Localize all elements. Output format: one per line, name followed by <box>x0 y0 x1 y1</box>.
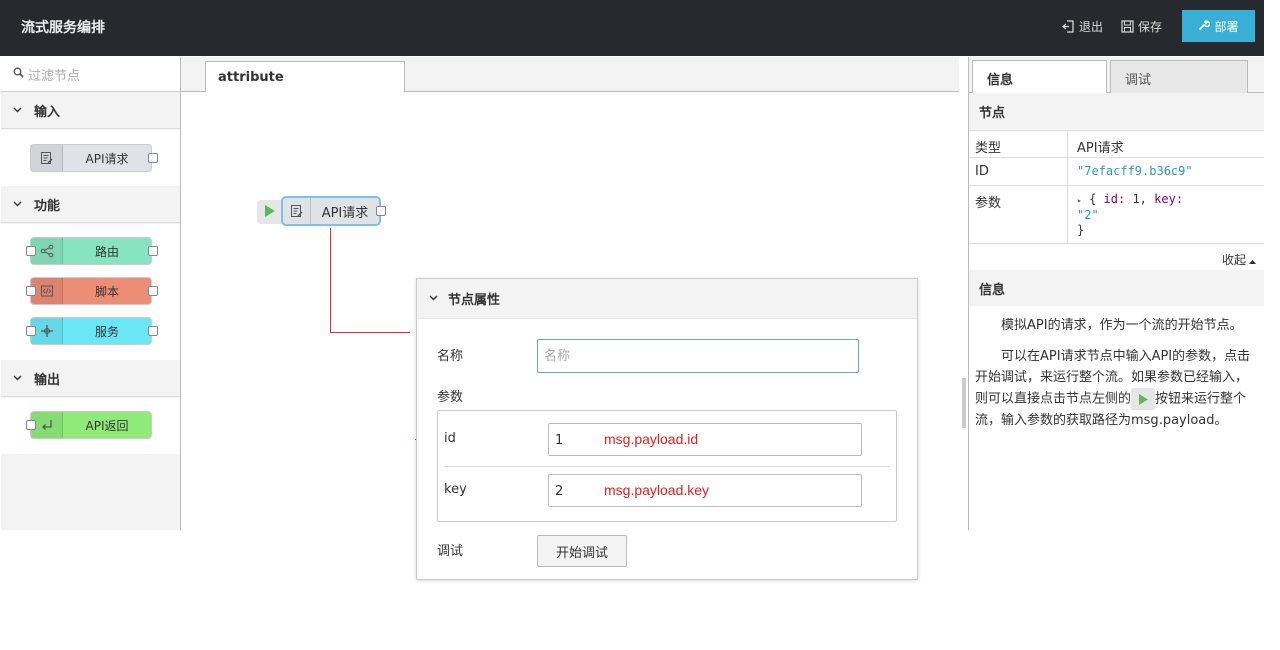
collapse-button[interactable]: 收起 <box>1222 251 1256 268</box>
category-label: 功能 <box>34 199 61 214</box>
category-label: 输入 <box>34 105 61 120</box>
node-properties-panel: 节点属性 名称 参数 id 1 msg.payload.id key 2 msg… <box>416 278 918 580</box>
chevron-down-icon <box>13 103 22 118</box>
chevron-down-icon <box>13 371 22 386</box>
caret-up-icon <box>1249 253 1256 267</box>
workspace-tabs: attribute <box>181 57 959 93</box>
output-port[interactable] <box>148 286 158 296</box>
palette-category-output-body: API返回 <box>1 398 180 454</box>
output-port[interactable] <box>148 246 158 256</box>
type-label: 类型 <box>975 141 1002 156</box>
save-label: 保存 <box>1138 20 1163 34</box>
params-box: id 1 msg.payload.id key 2 msg.payload.ke… <box>437 410 897 522</box>
flow-wire <box>330 228 331 333</box>
input-port[interactable] <box>26 326 36 336</box>
input-port[interactable] <box>26 286 36 296</box>
help-text: 模拟API的请求，作为一个流的开始节点。 可以在API请求节点中输入API的参数… <box>975 315 1259 441</box>
collapse-label: 收起 <box>1221 253 1246 267</box>
params-label: 参数 <box>437 390 464 405</box>
search-icon <box>13 67 24 82</box>
name-label: 名称 <box>437 349 464 364</box>
tab-debug[interactable]: 调试 <box>1110 60 1248 93</box>
palette-filter[interactable]: 过滤节点 <box>1 57 180 92</box>
palette-node-api-request[interactable]: API请求 <box>30 144 152 172</box>
info-sidebar: 信息 调试 节点 类型 API请求 ID "7efacff9.b36c9" 参数… <box>968 57 1264 530</box>
debug-label: 调试 <box>437 544 464 559</box>
app-title: 流式服务编排 <box>21 20 105 36</box>
header-bar: 流式服务编排 退出 保存 部署 <box>0 0 1264 56</box>
output-port[interactable] <box>376 206 386 216</box>
flow-node-label: API请求 <box>321 205 369 221</box>
flow-node-api-request[interactable]: API请求 <box>281 196 381 226</box>
info-row-type: 类型 API请求 <box>969 130 1264 158</box>
output-port[interactable] <box>148 153 158 163</box>
play-icon <box>264 203 276 222</box>
wrench-icon <box>1198 19 1211 34</box>
edit-doc-icon <box>31 145 63 171</box>
tab-info[interactable]: 信息 <box>972 60 1107 94</box>
param-annotation: msg.payload.key <box>604 482 710 498</box>
id-label: ID <box>975 164 989 179</box>
expand-triangle-icon[interactable]: ▸ <box>1077 196 1082 205</box>
params-value[interactable]: ▸ { id: 1, key: "2" } <box>1077 192 1183 238</box>
chevron-down-icon <box>429 291 438 306</box>
palette-node-label: API请求 <box>85 151 129 166</box>
param-annotation: msg.payload.id <box>604 431 699 447</box>
properties-header[interactable]: 节点属性 <box>417 279 917 319</box>
palette-node-label: 服务 <box>94 324 119 339</box>
node-palette: 过滤节点 输入 API请求 功能 路由 脚本 服务 输出 API返回 <box>1 57 181 530</box>
start-debug-button[interactable]: 开始调试 <box>537 535 627 567</box>
params-label: 参数 <box>975 196 1002 211</box>
logout-icon <box>1062 20 1075 33</box>
flow-wire <box>330 332 410 333</box>
help-paragraph: 模拟API的请求，作为一个流的开始节点。 <box>1001 318 1243 333</box>
help-paragraph: 可以在API请求节点中输入API的参数，点击开始调试，来运行整个流。如果参数已经… <box>975 349 1251 428</box>
output-port[interactable] <box>148 326 158 336</box>
param-row: key 2 msg.payload.key <box>444 462 890 514</box>
palette-category-function-body: 路由 脚本 服务 <box>1 224 180 360</box>
logout-label: 退出 <box>1079 20 1104 34</box>
name-input[interactable] <box>537 339 859 373</box>
param-key: key <box>444 482 467 497</box>
splitter-handle[interactable] <box>962 378 966 428</box>
sidebar-tabs: 信息 调试 <box>969 57 1264 94</box>
palette-node-api-response[interactable]: API返回 <box>30 411 152 439</box>
palette-filter-placeholder: 过滤节点 <box>28 68 81 84</box>
param-row: id 1 msg.payload.id <box>444 411 890 463</box>
chevron-down-icon <box>13 197 22 212</box>
edit-doc-icon <box>283 198 311 224</box>
deploy-button[interactable]: 部署 <box>1182 10 1255 42</box>
palette-node-route[interactable]: 路由 <box>30 237 152 265</box>
save-icon <box>1121 20 1134 33</box>
palette-category-function[interactable]: 功能 <box>1 187 180 223</box>
logout-button[interactable]: 退出 <box>1062 18 1103 35</box>
palette-node-service[interactable]: 服务 <box>30 317 152 345</box>
input-port[interactable] <box>26 246 36 256</box>
palette-category-output[interactable]: 输出 <box>1 361 180 397</box>
id-value: "7efacff9.b36c9" <box>1077 164 1193 178</box>
save-button[interactable]: 保存 <box>1121 18 1162 35</box>
inject-play-button[interactable] <box>257 200 283 224</box>
param-key: id <box>444 431 456 446</box>
info-row-id: ID "7efacff9.b36c9" <box>969 158 1264 186</box>
palette-category-input-body: API请求 <box>1 130 180 186</box>
palette-category-input[interactable]: 输入 <box>1 93 180 129</box>
play-icon <box>1131 388 1156 410</box>
node-section-header[interactable]: 节点 <box>969 93 1264 129</box>
palette-node-script[interactable]: 脚本 <box>30 277 152 305</box>
palette-node-label: 路由 <box>94 244 119 259</box>
info-section-header[interactable]: 信息 <box>969 270 1264 306</box>
properties-title: 节点属性 <box>448 293 501 308</box>
input-port[interactable] <box>26 420 36 430</box>
palette-node-label: API返回 <box>85 418 129 433</box>
palette-node-label: 脚本 <box>94 284 119 299</box>
category-label: 输出 <box>34 373 61 388</box>
tab-attribute[interactable]: attribute <box>205 61 405 93</box>
info-row-params: 参数 ▸ { id: 1, key: "2" } <box>969 186 1264 244</box>
deploy-label: 部署 <box>1214 19 1239 34</box>
param-value-input[interactable]: 1 <box>548 423 862 456</box>
type-value: API请求 <box>1077 141 1124 156</box>
